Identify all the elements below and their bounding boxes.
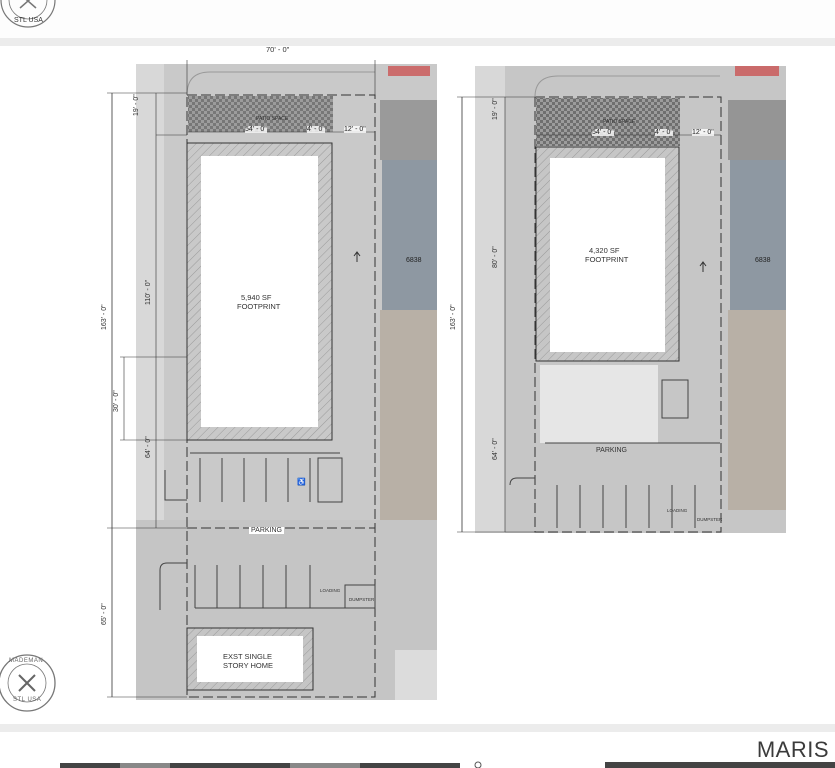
right-dim-top-2: 4' - 0" xyxy=(655,129,673,136)
left-dim-side-2: 110' - 0" xyxy=(145,279,152,305)
left-dim-side-1: 19' - 0" xyxy=(133,94,140,116)
left-dim-side-3: 30' - 0" xyxy=(113,390,120,412)
right-parking-label: PARKING xyxy=(596,447,627,454)
left-house-number: 6838 xyxy=(406,257,422,264)
left-total-dim: 163' - 0" xyxy=(101,304,108,330)
left-dim-side-4: 64' - 0" xyxy=(145,436,152,458)
mademan-stamp-top: STL USA xyxy=(0,0,60,30)
left-parking-label: PARKING xyxy=(249,527,284,534)
maris-watermark: MARIS xyxy=(756,737,829,762)
left-patio-label: PATIO SPACE xyxy=(256,116,289,122)
stamp-brand: MADEMAN xyxy=(9,658,44,664)
right-patio-label: PATIO SPACE xyxy=(603,119,636,125)
right-dim-top-1: 54' - 0" xyxy=(592,129,614,136)
right-dim-top-3: 12' - 0" xyxy=(692,129,714,136)
right-dim-side-3: 64' - 0" xyxy=(492,438,499,460)
right-loading-label: LOADING xyxy=(667,508,688,513)
left-dim-top-3: 12' - 0" xyxy=(344,126,366,133)
svg-text:♿: ♿ xyxy=(297,477,306,486)
left-dim-top-1: 54' - 0" xyxy=(245,126,267,133)
right-dumpster-label: DUMPSTER xyxy=(697,517,723,522)
stamp-location: STL USA xyxy=(13,697,42,703)
right-dim-side-2: 80' - 0" xyxy=(492,246,499,268)
separator-bottom xyxy=(0,724,835,732)
left-top-width: 70' - 0" xyxy=(266,45,290,54)
top-strip xyxy=(0,0,835,38)
right-total-dim: 163' - 0" xyxy=(450,304,457,330)
left-footprint-area: 5,940 SF xyxy=(241,293,272,302)
svg-text:STL USA: STL USA xyxy=(14,17,43,24)
right-house-number: 6838 xyxy=(755,257,771,264)
left-home-line2: STORY HOME xyxy=(223,661,274,670)
separator-top xyxy=(0,38,835,46)
left-loading-label: LOADING xyxy=(320,588,341,593)
left-dumpster-label: DUMPSTER xyxy=(349,597,375,602)
right-dim-side-1: 19' - 0" xyxy=(492,98,499,120)
site-plan-right xyxy=(450,62,790,537)
left-dim-top-2: 4' - 0" xyxy=(307,126,325,133)
left-bottom-dim: 65' - 0" xyxy=(101,603,108,625)
site-plan-left: ♿ xyxy=(100,60,445,710)
left-footprint-label: FOOTPRINT xyxy=(237,302,281,311)
next-sheet-preview xyxy=(60,761,835,768)
right-footprint-label: FOOTPRINT xyxy=(585,255,629,264)
left-home-line1: EXST SINGLE xyxy=(223,652,273,661)
right-footprint-area: 4,320 SF xyxy=(589,246,620,255)
